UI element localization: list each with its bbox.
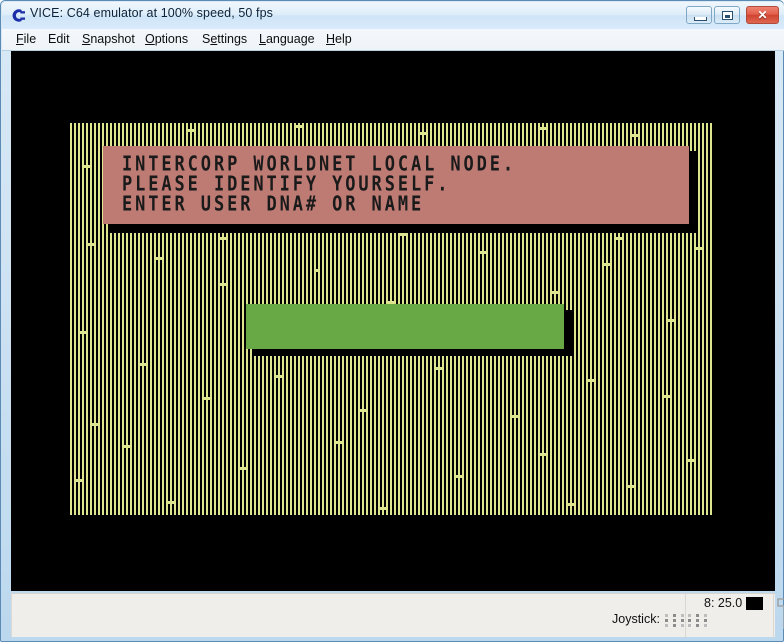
joystick-port-2-indicator[interactable] xyxy=(688,614,707,627)
maximize-icon-inner xyxy=(725,15,730,18)
dither-noise-bit xyxy=(616,237,622,240)
joystick-label: Joystick: xyxy=(612,612,660,626)
dither-noise-bit xyxy=(628,485,634,488)
menubar: File Edit Snapshot Options Settings Lang… xyxy=(2,29,784,51)
minimize-icon xyxy=(694,17,707,21)
message-text: INTERCORP WORLDNET LOCAL NODE. PLEASE ID… xyxy=(122,152,517,217)
dither-noise-bit xyxy=(588,379,594,382)
dither-noise-bit xyxy=(220,237,226,240)
dither-noise-bit xyxy=(604,263,610,266)
dither-noise-bit xyxy=(568,503,574,506)
dither-noise-bit xyxy=(240,467,246,470)
message-panel: INTERCORP WORLDNET LOCAL NODE. PLEASE ID… xyxy=(103,146,689,224)
vice-emulator-window: VICE: C64 emulator at 100% speed, 50 fps… xyxy=(0,0,784,642)
dither-noise-bit xyxy=(84,165,90,168)
dither-noise-bit xyxy=(512,415,518,418)
statusbar-divider xyxy=(685,594,686,638)
menu-item-options[interactable]: Options xyxy=(145,32,188,48)
close-button[interactable]: ✕ xyxy=(746,6,779,24)
menu-item-help[interactable]: Help xyxy=(326,32,352,48)
titlebar: VICE: C64 emulator at 100% speed, 50 fps… xyxy=(2,2,784,29)
dither-noise-bit xyxy=(552,291,558,294)
dither-noise-bit xyxy=(336,441,342,444)
dither-noise-bit xyxy=(76,479,82,482)
dither-noise-bit xyxy=(220,283,226,286)
menu-item-settings[interactable]: Settings xyxy=(202,32,247,48)
menu-item-snapshot[interactable]: Snapshot xyxy=(82,32,135,48)
dither-noise-bit xyxy=(632,134,638,137)
window-title: VICE: C64 emulator at 100% speed, 50 fps xyxy=(30,6,274,20)
minimize-button[interactable] xyxy=(686,6,712,24)
user-id-input[interactable] xyxy=(246,304,564,349)
statusbar-divider xyxy=(773,594,774,638)
tape-counter-icon[interactable] xyxy=(777,597,784,631)
dither-noise-bit xyxy=(168,501,174,504)
maximize-button[interactable] xyxy=(714,6,740,24)
menu-item-edit[interactable]: Edit xyxy=(48,32,70,48)
dither-noise-bit xyxy=(456,475,462,478)
menu-item-file[interactable]: File xyxy=(16,32,36,48)
commodore-c-icon xyxy=(9,7,26,24)
dither-noise-bit xyxy=(540,127,546,130)
dither-noise-bit xyxy=(360,409,366,412)
drive-status-text: 8: 25.0 xyxy=(704,596,743,610)
emulator-client-area[interactable]: INTERCORP WORLDNET LOCAL NODE. PLEASE ID… xyxy=(11,51,775,591)
dither-noise-bit xyxy=(480,251,486,254)
dither-noise-bit xyxy=(380,507,386,510)
statusbar: Joystick: 8: 25.0 xyxy=(11,593,784,638)
joystick-port-1-indicator[interactable] xyxy=(665,614,684,627)
dither-noise-bit xyxy=(436,367,442,370)
dither-noise-bit xyxy=(156,257,162,260)
dither-noise-bit xyxy=(664,395,670,398)
dither-noise-bit xyxy=(124,445,130,448)
dither-noise-bit xyxy=(140,363,146,366)
dither-noise-bit xyxy=(80,331,86,334)
dither-noise-bit xyxy=(420,132,426,135)
dither-noise-bit xyxy=(688,459,694,462)
close-icon: ✕ xyxy=(757,8,768,22)
dither-noise-bit xyxy=(314,269,320,272)
dither-noise-bit xyxy=(696,247,702,250)
dither-noise-bit xyxy=(400,233,406,236)
dither-noise-bit xyxy=(188,129,194,132)
dither-noise-bit xyxy=(668,319,674,322)
menu-item-language[interactable]: Language xyxy=(259,32,315,48)
dither-noise-bit xyxy=(92,423,98,426)
dither-noise-bit xyxy=(276,375,282,378)
dither-noise-bit xyxy=(296,125,302,128)
dither-noise-bit xyxy=(88,243,94,246)
dither-noise-bit xyxy=(540,453,546,456)
dither-noise-bit xyxy=(204,397,210,400)
drive-led-indicator xyxy=(746,597,763,610)
c64-screen-canvas[interactable]: INTERCORP WORLDNET LOCAL NODE. PLEASE ID… xyxy=(70,123,714,515)
